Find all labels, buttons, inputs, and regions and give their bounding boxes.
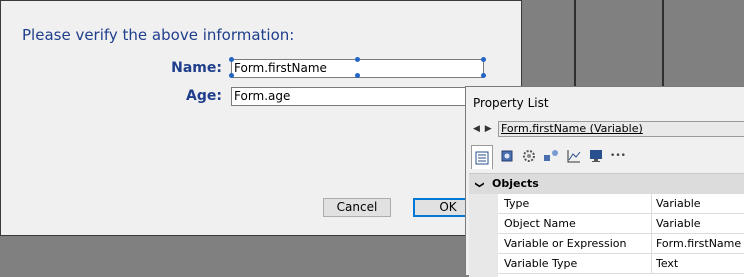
properties-icon: [475, 151, 489, 164]
object-selector[interactable]: Form.firstName (Variable): [498, 121, 744, 137]
property-name: Type: [504, 197, 530, 210]
selection-handle[interactable]: [481, 57, 486, 62]
property-list-panel: Property List ◀ ▶ Form.firstName (Variab…: [465, 86, 744, 277]
monitor-icon: [590, 150, 602, 162]
panel-title: Property List: [473, 96, 549, 110]
selection-handle[interactable]: [229, 57, 234, 62]
selection-handle[interactable]: [229, 73, 234, 78]
property-value[interactable]: Variable: [651, 214, 744, 234]
tab-chart[interactable]: [563, 145, 585, 167]
nav-arrows[interactable]: ◀ ▶: [473, 124, 493, 134]
name-label: Name:: [171, 60, 222, 76]
selection-handle[interactable]: [355, 57, 360, 62]
selection-handle[interactable]: [355, 73, 360, 78]
tab-shapes[interactable]: [540, 145, 562, 167]
property-name: Object Name: [504, 217, 576, 230]
shapes-icon: [544, 150, 558, 161]
selection-handle[interactable]: [481, 73, 486, 78]
cancel-button[interactable]: Cancel: [323, 198, 391, 217]
property-name: Variable or Expression: [504, 237, 627, 250]
tab-properties[interactable]: [471, 145, 493, 169]
property-value[interactable]: Variable: [651, 194, 744, 214]
grid-gutter: [469, 194, 498, 277]
object-selector-value: Form.firstName (Variable): [501, 122, 643, 135]
chart-icon: [567, 150, 581, 163]
group-label: Objects: [492, 177, 539, 190]
database-icon: [501, 150, 513, 162]
group-header-objects[interactable]: ❯ Objects: [469, 174, 744, 194]
tab-settings[interactable]: [518, 145, 540, 167]
gear-icon: [523, 150, 535, 162]
chevron-down-icon: ❯: [474, 181, 484, 189]
property-grid: ❯ Objects Type Variable Object Name Vari…: [469, 173, 744, 277]
tab-bar: •••: [469, 145, 744, 169]
property-value[interactable]: Form.firstName: [651, 234, 744, 254]
property-name: Variable Type: [504, 257, 578, 270]
form-canvas: Please verify the above information: Nam…: [0, 0, 522, 236]
age-field[interactable]: Form.age: [231, 87, 484, 106]
property-row[interactable]: Variable Type Text: [498, 254, 744, 274]
property-row[interactable]: Object Name Variable: [498, 214, 744, 234]
tab-display[interactable]: [585, 145, 607, 167]
property-row[interactable]: Type Variable: [498, 194, 744, 214]
property-row[interactable]: Variable or Expression Form.firstName: [498, 234, 744, 254]
background-divider-right: [662, 0, 664, 88]
form-prompt: Please verify the above information:: [22, 26, 295, 44]
age-label: Age:: [186, 88, 222, 104]
property-value[interactable]: Text: [651, 254, 744, 274]
tab-more[interactable]: •••: [607, 145, 629, 167]
tab-database[interactable]: [496, 145, 518, 167]
background-divider-left: [574, 0, 576, 88]
more-icon: •••: [610, 151, 626, 161]
